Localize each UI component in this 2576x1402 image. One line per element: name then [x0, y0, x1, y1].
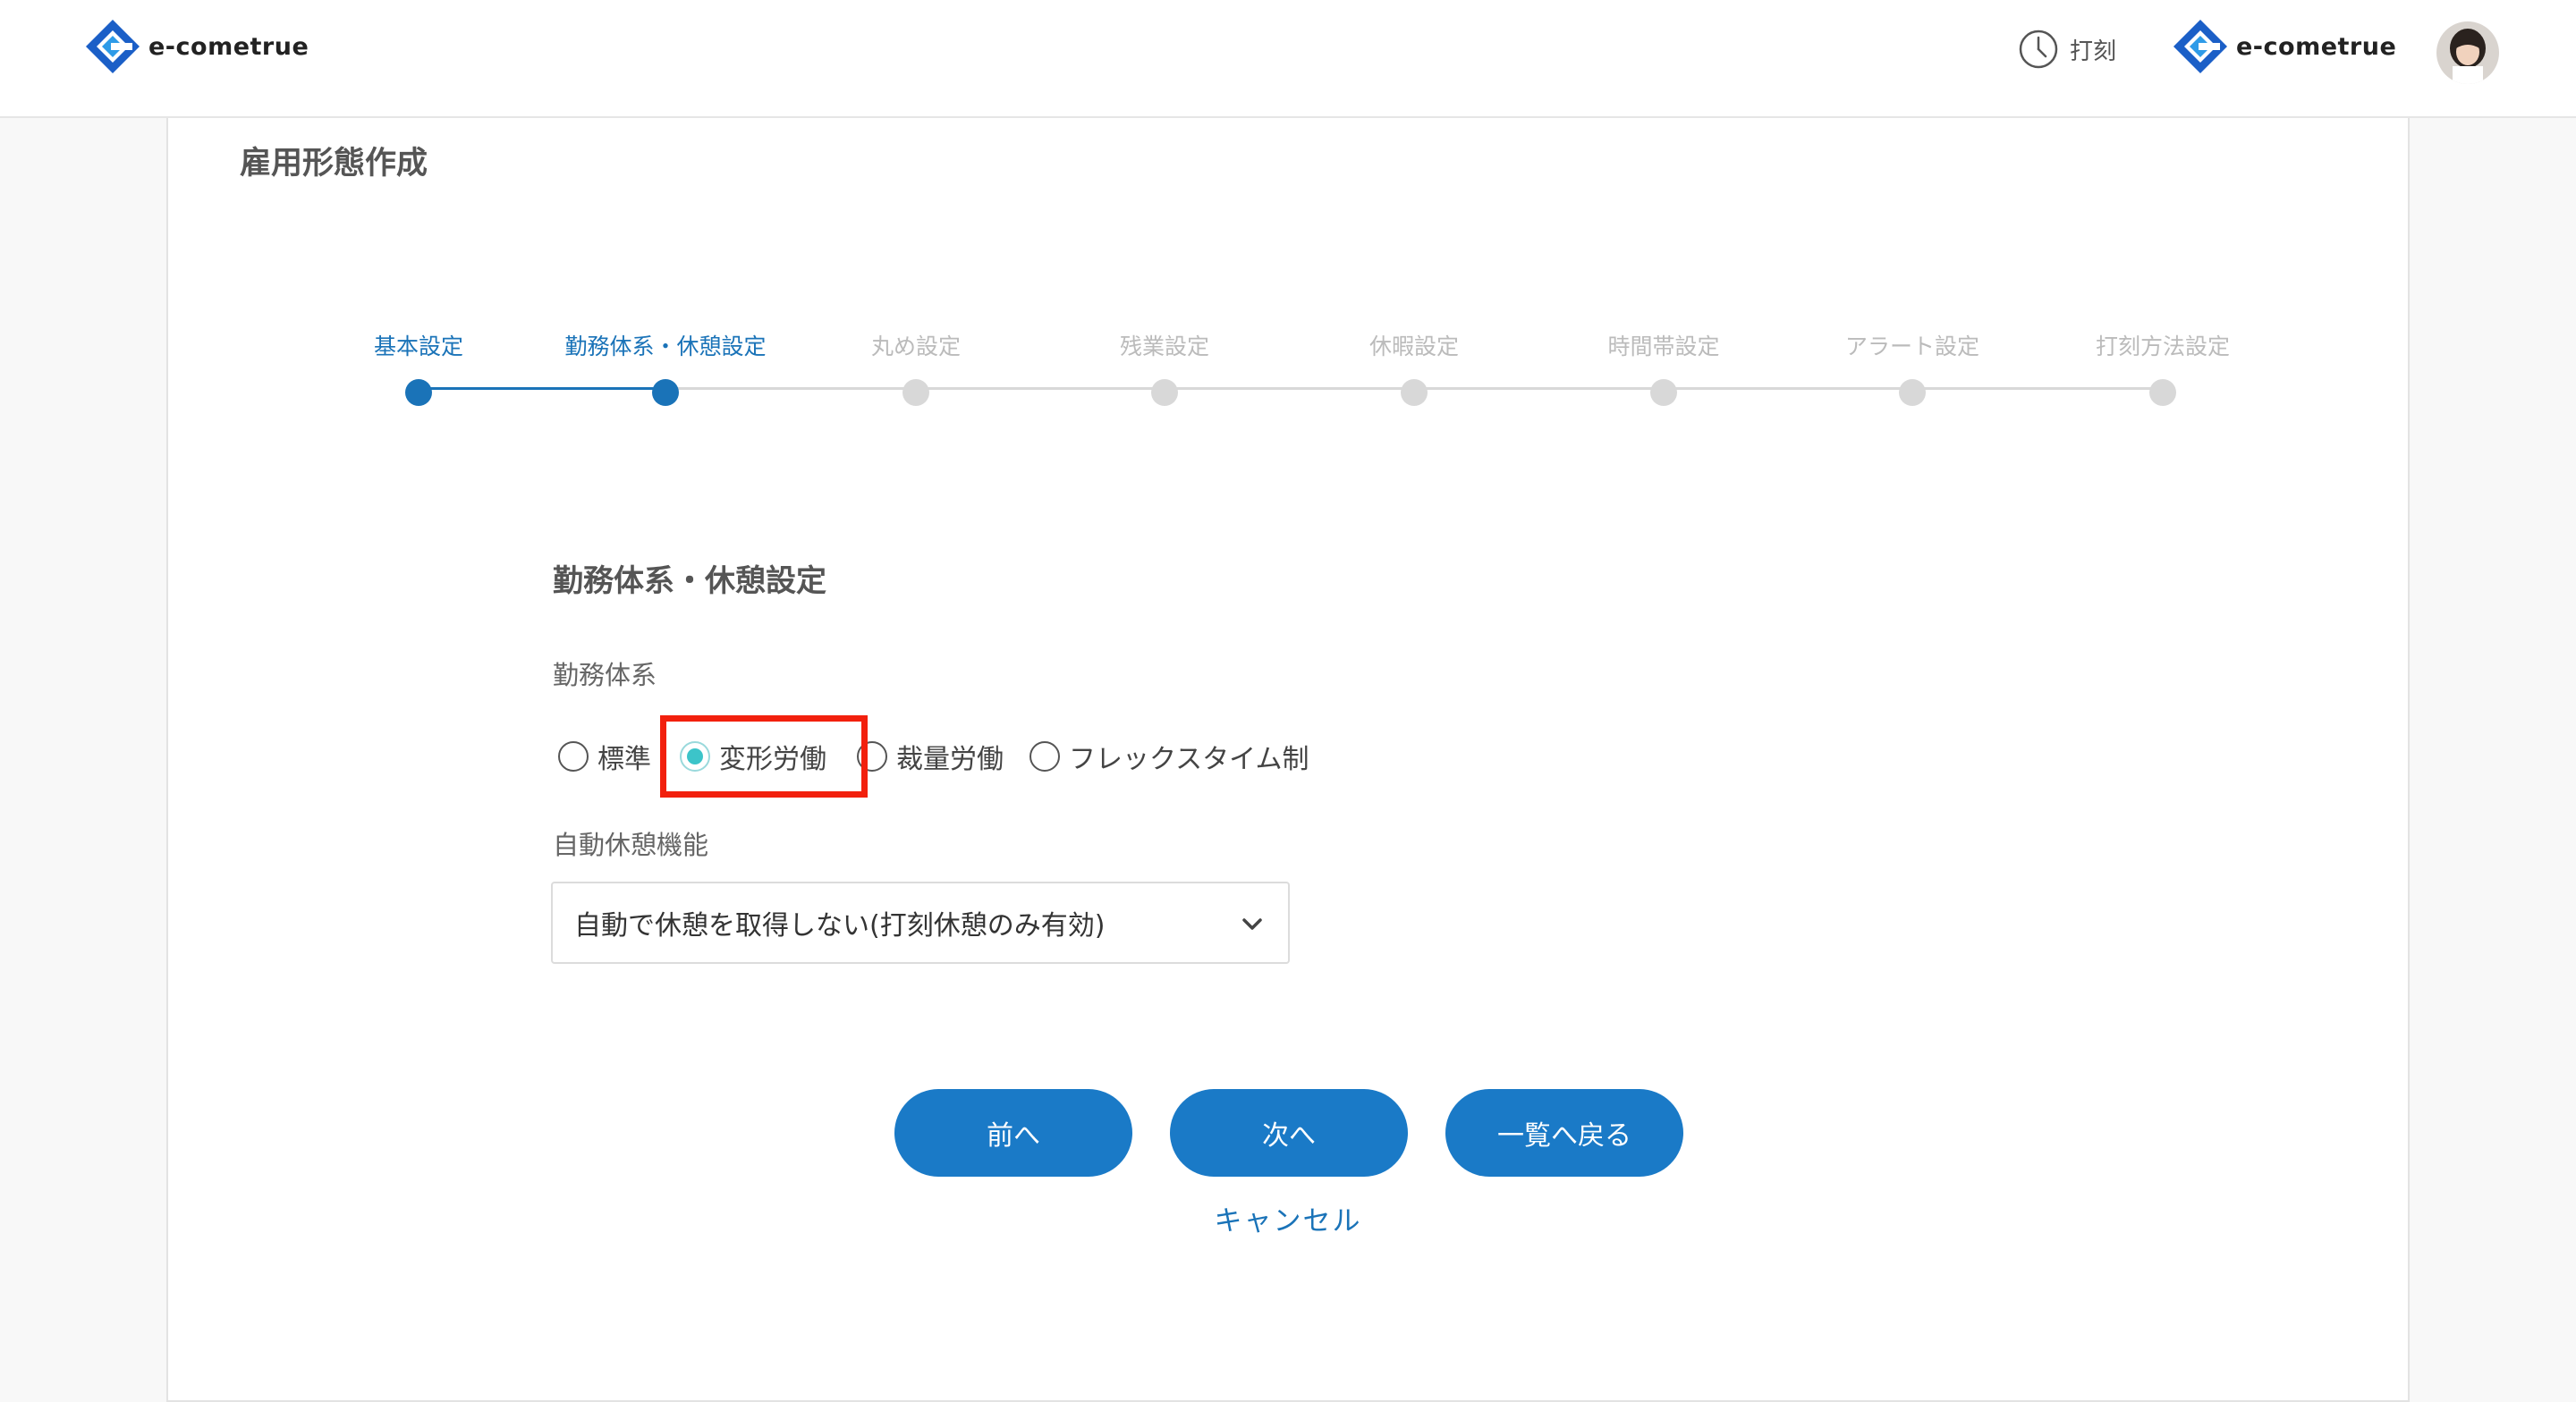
logo-text-left: e-cometrue: [148, 32, 309, 61]
prev-button[interactable]: 前へ: [894, 1089, 1132, 1177]
step-dot: [405, 379, 432, 406]
step-rounding[interactable]: 丸め設定: [782, 329, 1050, 406]
step-dot: [1650, 379, 1677, 406]
logo-right: e-cometrue: [2172, 18, 2396, 75]
radio-variable[interactable]: 変形労働: [680, 730, 826, 783]
stepper: 基本設定 勤務体系・休憩設定 丸め設定 残業設定 休暇設定 時間帯設定 アラート…: [168, 118, 2411, 406]
radio-variable-circle[interactable]: [680, 741, 710, 772]
stamp-label: 打刻: [2070, 38, 2117, 65]
section-title: 勤務体系・休憩設定: [553, 563, 826, 599]
step-dot: [2149, 379, 2176, 406]
avatar-image: [2436, 21, 2499, 84]
e-cometrue-logo-icon: [86, 20, 140, 73]
step-label: 残業設定: [1119, 334, 1209, 359]
step-label: 勤務体系・休憩設定: [564, 334, 767, 359]
radio-discretionary[interactable]: 裁量労働: [857, 730, 1004, 783]
app-header: e-cometrue 打刻 e-cometrue: [0, 0, 2576, 118]
logo-text-right: e-cometrue: [2236, 32, 2397, 61]
step-leave[interactable]: 休暇設定: [1280, 329, 1548, 406]
step-label: 時間帯設定: [1607, 334, 1720, 359]
step-dot: [652, 379, 679, 406]
step-dot: [1151, 379, 1178, 406]
radio-flextime[interactable]: フレックスタイム制: [1030, 730, 1309, 783]
step-work-break[interactable]: 勤務体系・休憩設定: [531, 329, 800, 406]
step-stamp-method[interactable]: 打刻方法設定: [2029, 329, 2297, 406]
auto-break-label: 自動休憩機能: [553, 830, 709, 860]
stamp-button[interactable]: 打刻: [2018, 29, 2116, 70]
radio-label: フレックスタイム制: [1069, 744, 1309, 775]
step-label: アラート設定: [1844, 334, 1979, 359]
chevron-down-icon: [1242, 918, 1262, 930]
step-dot: [902, 379, 929, 406]
radio-label: 標準: [597, 744, 651, 775]
back-to-list-button[interactable]: 一覧へ戻る: [1445, 1089, 1683, 1177]
auto-break-selected-value: 自動で休憩を取得しない(打刻休憩のみ有効): [574, 910, 1106, 942]
radio-standard-circle[interactable]: [558, 741, 589, 772]
radio-standard[interactable]: 標準: [558, 730, 651, 783]
cancel-link[interactable]: キャンセル: [1118, 1198, 1458, 1238]
auto-break-select[interactable]: 自動で休憩を取得しない(打刻休憩のみ有効): [551, 882, 1290, 964]
step-alert[interactable]: アラート設定: [1778, 329, 2046, 406]
step-timeslot[interactable]: 時間帯設定: [1530, 329, 1798, 406]
work-system-label: 勤務体系: [553, 660, 657, 690]
next-button[interactable]: 次へ: [1170, 1089, 1408, 1177]
step-dot: [1401, 379, 1428, 406]
radio-label: 変形労働: [719, 744, 826, 775]
step-label: 打刻方法設定: [2095, 334, 2230, 359]
radio-label: 裁量労働: [896, 744, 1004, 775]
step-dot: [1899, 379, 1926, 406]
step-label: 休暇設定: [1368, 334, 1459, 359]
logo-left[interactable]: e-cometrue: [84, 18, 309, 75]
step-label: 基本設定: [373, 334, 463, 359]
radio-flextime-circle[interactable]: [1030, 741, 1060, 772]
step-label: 丸め設定: [870, 334, 961, 359]
e-cometrue-logo-icon: [2174, 20, 2227, 73]
step-overtime[interactable]: 残業設定: [1030, 329, 1299, 406]
clock-icon: [2019, 30, 2058, 69]
step-basic[interactable]: 基本設定: [284, 329, 553, 406]
radio-discretionary-circle[interactable]: [857, 741, 887, 772]
user-avatar[interactable]: [2436, 21, 2499, 84]
